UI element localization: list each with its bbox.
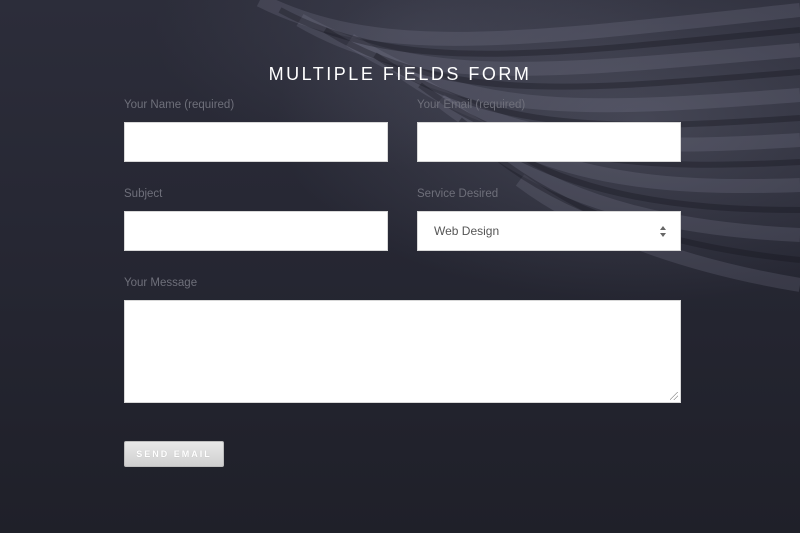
service-label: Service Desired xyxy=(417,188,499,200)
message-textarea[interactable] xyxy=(124,300,681,403)
send-email-button[interactable]: SEND EMAIL xyxy=(124,441,224,467)
subject-input[interactable] xyxy=(124,211,388,251)
name-label: Your Name (required) xyxy=(124,99,235,111)
select-arrows-icon xyxy=(659,225,667,239)
email-label: Your Email (required) xyxy=(417,99,526,111)
name-input[interactable] xyxy=(124,122,388,162)
email-input[interactable] xyxy=(417,122,681,162)
message-label: Your Message xyxy=(124,277,198,289)
service-select[interactable]: Web Design xyxy=(417,211,681,251)
form-title: MULTIPLE FIELDS FORM xyxy=(268,64,532,84)
subject-label: Subject xyxy=(124,188,163,200)
service-selected-value: Web Design xyxy=(434,224,500,238)
resize-grip-icon[interactable] xyxy=(670,392,678,400)
